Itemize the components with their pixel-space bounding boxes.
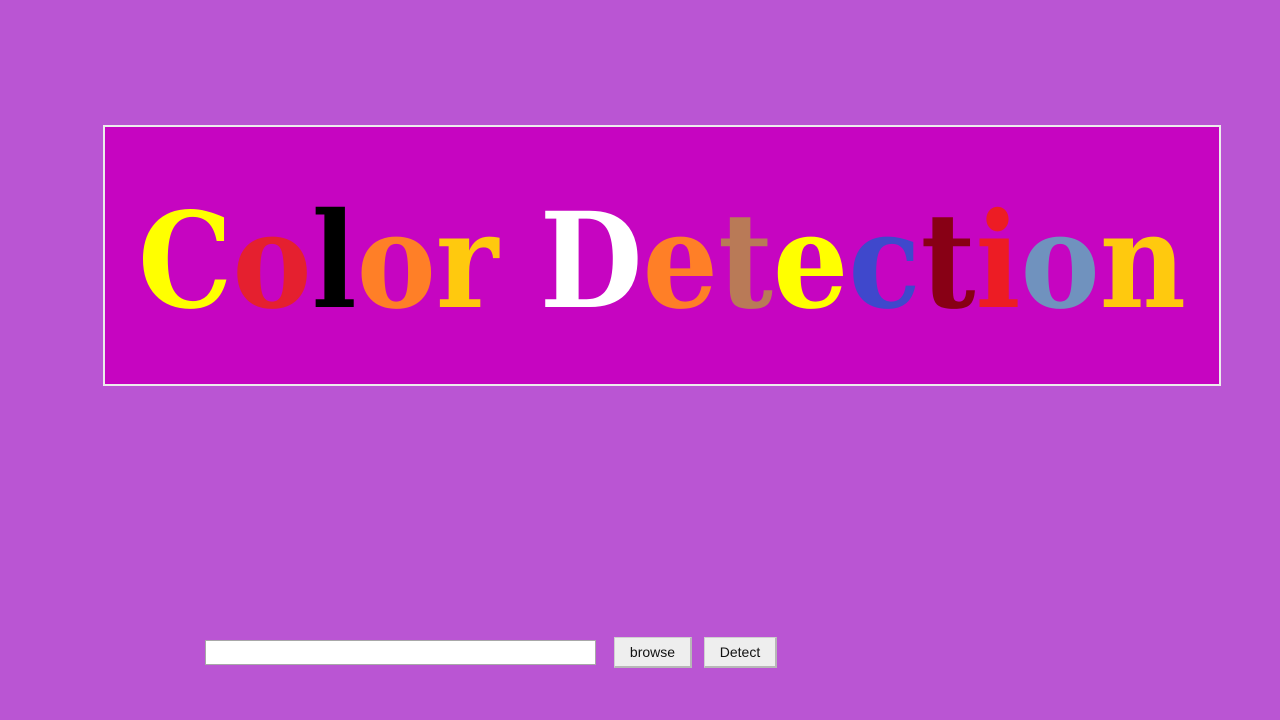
title-space: [498, 184, 539, 339]
title-letter: o: [357, 184, 436, 339]
title-letter: e: [643, 184, 718, 339]
app-window: Color Detection browse Detect: [0, 0, 1280, 720]
file-path-input[interactable]: [205, 640, 596, 665]
title-letter: n: [1100, 184, 1186, 339]
title-letter: D: [540, 184, 643, 339]
banner-title: Color Detection: [138, 184, 1186, 339]
title-letter: o: [1021, 184, 1100, 339]
title-letter: r: [436, 184, 500, 339]
title-banner: Color Detection: [103, 125, 1221, 386]
detect-button[interactable]: Detect: [704, 637, 777, 668]
title-letter: c: [848, 184, 920, 339]
title-letter: o: [232, 184, 311, 339]
browse-button[interactable]: browse: [614, 637, 692, 668]
title-letter: l: [312, 184, 357, 339]
title-banner-graphic: Color Detection: [138, 184, 1186, 339]
title-letter: C: [138, 184, 232, 339]
title-letter: i: [975, 184, 1020, 339]
title-letter: t: [921, 184, 976, 339]
title-letter: t: [718, 184, 773, 339]
title-letter: e: [773, 184, 848, 339]
